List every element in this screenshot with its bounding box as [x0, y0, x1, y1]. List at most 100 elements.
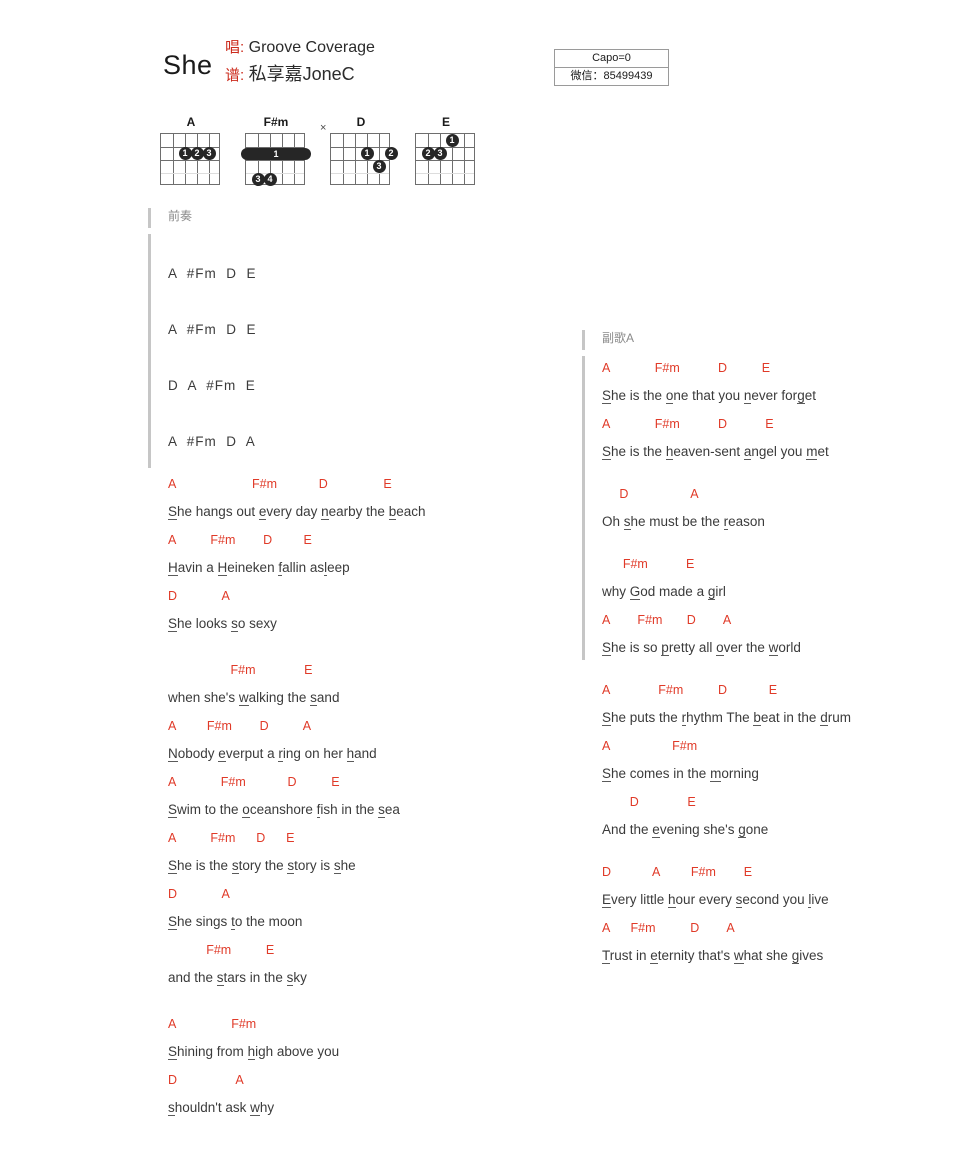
fretboard-grid: 123 [330, 133, 398, 185]
finger-dot: 3 [372, 160, 386, 173]
section-header-chorus: 副歌A [582, 328, 962, 354]
chord-line: D A [168, 1066, 568, 1094]
section-label-chorus: 副歌A [602, 331, 635, 345]
lyric-line: Oh she must be the reason [602, 508, 962, 536]
left-column: 前奏 A #Fm D EA #Fm D ED A #Fm EA #Fm D A … [148, 206, 568, 1122]
chord-anchor-char: H [217, 560, 228, 576]
chord-anchor-char: w [768, 640, 779, 656]
chord-line: A F#m [602, 732, 962, 760]
finger-dot: 2 [190, 147, 204, 160]
chorus-block: A F#m D E She is the one that you never f… [582, 354, 962, 662]
lyric-line: She puts the rhythm The beat in the drum [602, 704, 962, 732]
chord-anchor-char: w [238, 690, 249, 706]
chord-line: A F#m D E [168, 526, 568, 554]
page-header: She 唱: Groove Coverage 谱: 私享嘉JoneC Capo=… [0, 0, 970, 110]
lyric-text: She looks so sexy [168, 616, 277, 632]
chord-anchor-char: s [231, 616, 238, 632]
chord-text: A F#m D E [602, 361, 771, 375]
chord-text: D A [168, 589, 230, 603]
chord-line: D A [168, 582, 568, 610]
chord-text: A #Fm D E [168, 322, 257, 337]
chord-text: D A [602, 487, 699, 501]
finger-dot: 1 [360, 147, 374, 160]
string-line [343, 134, 344, 184]
lyric-text: Nobody everput a ring on her hand [168, 746, 377, 762]
wechat-contact: 微信：85499439 [555, 67, 668, 85]
chord-line: D A #Fm E [168, 372, 568, 400]
chord-anchor-char: h [247, 1044, 256, 1060]
chord-anchor-char: S [168, 802, 178, 818]
chord-diagram-name: D [356, 115, 366, 129]
chord-text: A F#m D A [602, 613, 732, 627]
chord-line: F#m E [602, 550, 962, 578]
credit-arranger-value: 私享嘉JoneC [248, 64, 355, 84]
chord-diagram-fsharpm: F#m 1 3 4 [241, 115, 311, 186]
fret-line [416, 160, 474, 161]
chord-line: A F#m D A [602, 606, 962, 634]
page-title: She [163, 50, 213, 80]
chord-anchor-char: s [168, 1100, 175, 1116]
fret-line [416, 173, 474, 174]
chord-diagram-e: E 123 [415, 115, 477, 185]
chord-text: A F#m D E [602, 683, 778, 697]
lyric-line: why God made a girl [602, 578, 962, 606]
lyric-text: why God made a girl [602, 584, 726, 600]
chord-line: A F#m D E [168, 768, 568, 796]
chord-anchor-char: S [168, 616, 178, 632]
string-line [355, 134, 356, 184]
lyric-text: She is so pretty all over the world [602, 640, 801, 656]
chord-text: D E [602, 795, 696, 809]
lyric-text: She is the story the story is she [168, 858, 356, 874]
lyric-line: Havin a Heineken fallin asleep [168, 554, 568, 582]
finger-dot: 4 [263, 173, 277, 186]
lyric-text: Every little hour every second you live [602, 892, 829, 908]
chord-anchor-char: S [168, 504, 178, 520]
chord-line: D A F#m E [602, 858, 962, 886]
finger-dot: 3 [202, 147, 216, 160]
chord-anchor-char: b [753, 710, 761, 726]
chord-text: D A [168, 1073, 244, 1087]
lyric-text: Oh she must be the reason [602, 514, 765, 530]
chord-anchor-char: T [602, 948, 610, 964]
chord-line: A F#m D A [168, 712, 568, 740]
lyric-line: She is the heaven-sent angel you met [602, 438, 962, 466]
chord-line: A F#m D E [602, 676, 962, 704]
chord-diagram-a: A 123 [160, 115, 222, 185]
chord-anchor-char: G [629, 584, 641, 600]
credit-arranger-label: 谱: [225, 67, 245, 84]
lyric-text: Swim to the oceanshore fish in the sea [168, 802, 400, 818]
lyric-line: She is the one that you never forget [602, 382, 962, 410]
chord-diagram-name: E [441, 115, 450, 129]
chord-text: A F#m D E [168, 533, 312, 547]
chord-text: A F#m D E [602, 417, 774, 431]
intro-block: A #Fm D E A #Fm D E D A #Fm E A #Fm D A [148, 232, 568, 470]
fret-line [331, 147, 389, 148]
chord-anchor-char: g [738, 822, 746, 838]
chord-anchor-char: e [650, 948, 658, 964]
chord-anchor-char: N [168, 746, 178, 762]
chord-anchor-char: e [652, 822, 660, 838]
block-bar-icon [148, 234, 151, 468]
chord-line: A F#m D E [168, 824, 568, 852]
chord-line: F#m E [168, 656, 568, 684]
chord-anchor-char: H [168, 560, 178, 576]
lyric-text: She is the heaven-sent angel you met [602, 444, 829, 460]
lyric-text: Shining from high above you [168, 1044, 340, 1060]
fret-line [161, 173, 219, 174]
chord-anchor-char: w [733, 948, 744, 964]
finger-dot: 1 [445, 134, 459, 147]
chord-anchor-char: S [168, 914, 178, 930]
chord-text: A F#m D E [168, 775, 340, 789]
block-bar-icon [582, 356, 585, 660]
barre-marker: 1 [241, 147, 311, 160]
mute-string-icon: × [320, 122, 327, 134]
verse-lines: A F#m D E She hangs out every day nearby … [148, 470, 568, 1122]
chord-text: F#m E [168, 663, 313, 677]
